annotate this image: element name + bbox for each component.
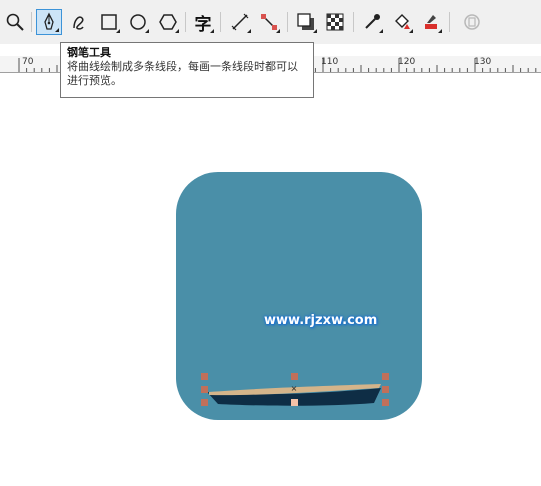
eyedropper-tool-button[interactable] [359,9,385,35]
boat-logo-artwork[interactable]: × [176,172,422,420]
pen-tool-button[interactable] [36,9,62,35]
interactive-fill-button[interactable] [389,9,415,35]
zoom-tool-button[interactable] [2,9,28,35]
text-tool-button[interactable]: 字 [190,9,216,35]
ruler-label: 120 [398,57,416,67]
ruler-label: 110 [321,57,339,67]
tooltip-title: 钢笔工具 [67,46,111,59]
dimension-tool-button[interactable] [227,9,253,35]
tooltip-description: 将曲线绘制成多条线段，每画一条线段时都可以进行预览。 [67,60,298,87]
rectangle-tool-button[interactable] [96,9,122,35]
svg-text:×: × [291,384,298,393]
connector-tool-button[interactable] [256,9,282,35]
disabled-tool-icon [464,14,480,30]
curve-tool-icon [73,16,84,30]
disabled-tool-button [459,9,485,35]
curve-tool-button[interactable] [66,9,92,35]
watermark-text: www.rjzxw.com [264,313,378,328]
polygon-tool-button[interactable] [155,9,181,35]
toolbar: 字 [0,0,541,44]
ruler-label: 70 [22,57,34,67]
transparency-tool-button[interactable] [322,9,348,35]
smart-fill-button[interactable] [418,9,444,35]
ellipse-tool-button[interactable] [125,9,151,35]
transparency-tool-icon [326,13,344,31]
zoom-icon [6,13,24,31]
tooltip: 钢笔工具 将曲线绘制成多条线段，每画一条线段时都可以进行预览。 [60,42,314,98]
text-tool-icon: 字 [194,14,212,35]
logo-background [176,172,422,420]
ruler-label: 130 [474,57,492,67]
drop-shadow-tool-button[interactable] [293,9,319,35]
